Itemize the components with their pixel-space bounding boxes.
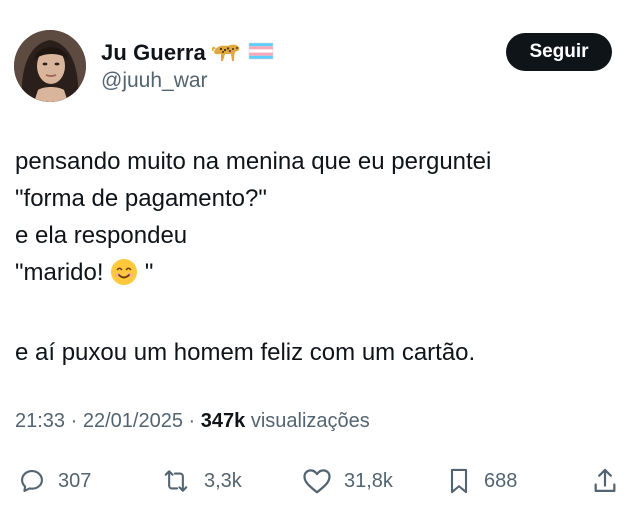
reply-count: 307 [58, 469, 92, 492]
bookmark-button[interactable]: 688 [446, 460, 517, 502]
tweet-date[interactable]: 22/01/2025 [83, 410, 183, 432]
views-count: 347k [200, 410, 246, 432]
tweet-line: pensando muito na menina que eu pergunte… [15, 148, 492, 175]
repost-count: 3,3k [204, 469, 242, 492]
tweet-text: pensando muito na menina que eu pergunte… [15, 143, 625, 371]
tweet-meta: 21:33 · 22/01/2025 · 347k visualizações [15, 410, 370, 433]
repost-icon [164, 470, 188, 492]
meta-separator: · [188, 410, 196, 432]
author-name[interactable]: Ju Guerra [101, 40, 206, 66]
transgender-flag-icon [248, 41, 274, 66]
tweet-line-part: "marido! [15, 259, 111, 286]
tweet-line-part: " [138, 259, 154, 286]
tweet-line-with-emoji: "marido! " [15, 254, 625, 297]
tweet-line: e ela respondeu [15, 222, 188, 249]
heart-icon [303, 469, 331, 494]
tweet-line: e aí puxou um homem feliz com um cartão. [15, 339, 476, 366]
reply-icon [21, 470, 43, 492]
meta-separator: · [70, 410, 78, 432]
reply-button[interactable]: 307 [18, 460, 91, 502]
leopard-icon [211, 40, 242, 67]
share-icon [594, 468, 616, 493]
bookmark-count: 688 [484, 469, 518, 492]
author-row: Ju Guerra [101, 38, 274, 68]
bookmark-icon [450, 468, 468, 494]
tweet-time[interactable]: 21:33 [15, 410, 65, 432]
views-label: visualizações [250, 410, 370, 432]
share-button[interactable] [592, 460, 618, 502]
tweet-line: "forma de pagamento?" [15, 185, 267, 212]
like-button[interactable]: 31,8k [302, 460, 393, 502]
follow-button[interactable]: Seguir [506, 33, 612, 71]
smiling-face-icon [110, 258, 138, 297]
like-count: 31,8k [344, 469, 393, 492]
author-handle[interactable]: @juuh_war [101, 69, 208, 93]
repost-button[interactable]: 3,3k [160, 460, 242, 502]
avatar[interactable] [14, 30, 86, 102]
action-bar: 307 3,3k 31,8k 688 [0, 460, 640, 502]
